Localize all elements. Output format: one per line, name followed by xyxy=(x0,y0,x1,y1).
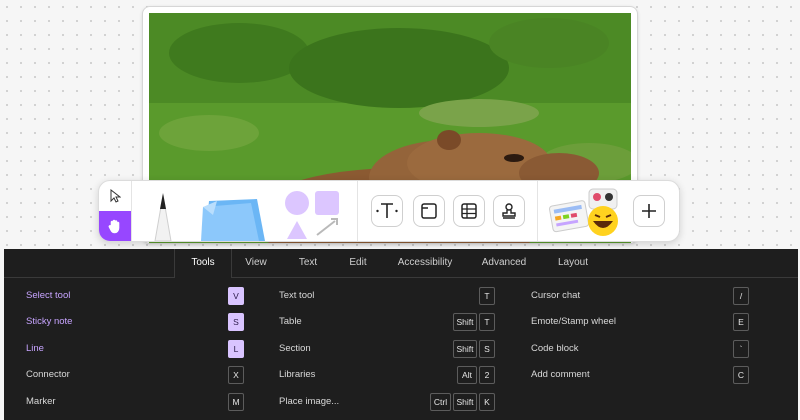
shortcut-key: L xyxy=(228,340,244,358)
sticky-note-icon xyxy=(201,199,265,241)
table-tool-button[interactable] xyxy=(453,195,485,227)
shortcut-key: Shift xyxy=(453,313,477,331)
shortcut-key: C xyxy=(733,366,749,384)
cursor-tools xyxy=(99,181,132,241)
shortcut-key: 2 xyxy=(479,366,495,384)
shortcut-row: Select tool V xyxy=(26,287,248,307)
more-tools-button[interactable] xyxy=(633,195,665,227)
shortcut-key: K xyxy=(479,393,495,411)
shortcut-row: Text tool T xyxy=(279,287,501,307)
shortcut-key: Alt xyxy=(457,366,477,384)
shortcut-key: ` xyxy=(733,340,749,358)
tab-view[interactable]: View xyxy=(236,249,276,277)
shortcut-tabs: Tools View Text Edit Accessibility Advan… xyxy=(4,249,798,278)
shortcut-label: Place image... xyxy=(279,396,340,407)
shortcut-key: Shift xyxy=(453,393,477,411)
shortcut-label: Add comment xyxy=(531,369,590,380)
shortcut-label: Text tool xyxy=(279,290,315,301)
shortcut-label: Cursor chat xyxy=(531,290,581,301)
tab-edit[interactable]: Edit xyxy=(338,249,378,277)
text-icon xyxy=(376,203,398,218)
shortcut-row: Marker M xyxy=(26,393,248,413)
shapes-icon xyxy=(285,191,339,239)
shapes-tool[interactable] xyxy=(279,181,358,241)
shortcut-label: Select tool xyxy=(26,290,71,301)
shortcut-key: M xyxy=(228,393,244,411)
shortcut-key: / xyxy=(733,287,749,305)
marker-tool[interactable] xyxy=(133,181,193,241)
shortcut-label: Connector xyxy=(26,369,70,380)
tab-tools[interactable]: Tools xyxy=(174,249,232,278)
tab-accessibility[interactable]: Accessibility xyxy=(388,249,462,277)
text-tool-button[interactable] xyxy=(371,195,403,227)
stamp-icon xyxy=(502,203,516,219)
shortcut-key: S xyxy=(479,340,495,358)
shortcut-key: E xyxy=(733,313,749,331)
stickers-icon xyxy=(549,188,618,236)
toolbar-divider xyxy=(537,181,538,241)
shortcut-row: Libraries Alt 2 xyxy=(279,366,501,386)
hand-tool-button[interactable] xyxy=(99,211,131,241)
tab-layout[interactable]: Layout xyxy=(548,249,598,277)
section-tool-button[interactable] xyxy=(413,195,445,227)
tab-advanced[interactable]: Advanced xyxy=(472,249,536,277)
shortcut-row: Section Shift S xyxy=(279,340,501,360)
shortcut-key: X xyxy=(228,366,244,384)
shortcut-label: Section xyxy=(279,343,311,354)
move-cursor-icon xyxy=(110,189,121,203)
shortcut-key: V xyxy=(228,287,244,305)
shortcut-row: Add comment C xyxy=(531,366,753,386)
move-tool-button[interactable] xyxy=(99,181,131,211)
shortcut-label: Table xyxy=(279,316,302,327)
shortcut-row: Place image... Ctrl Shift K xyxy=(279,393,501,413)
shortcut-label: Code block xyxy=(531,343,579,354)
shortcut-key: S xyxy=(228,313,244,331)
shortcut-label: Libraries xyxy=(279,369,316,380)
shortcut-key: T xyxy=(479,313,495,331)
plus-icon xyxy=(642,204,656,218)
section-icon xyxy=(421,203,437,219)
shortcut-key: Ctrl xyxy=(430,393,451,411)
shortcut-row: Code block ` xyxy=(531,340,753,360)
table-icon xyxy=(461,203,477,219)
shortcut-key: Shift xyxy=(453,340,477,358)
shortcut-row: Cursor chat / xyxy=(531,287,753,307)
hand-icon xyxy=(108,219,120,234)
sticky-note-tool[interactable] xyxy=(195,181,277,241)
shortcut-label: Emote/Stamp wheel xyxy=(531,316,617,327)
shortcut-key: T xyxy=(479,287,495,305)
shortcut-label: Sticky note xyxy=(26,316,73,327)
shortcut-row: Table Shift T xyxy=(279,313,501,333)
tab-text[interactable]: Text xyxy=(288,249,328,277)
shortcut-row: Connector X xyxy=(26,366,248,386)
stamp-tool-button[interactable] xyxy=(493,195,525,227)
keyboard-shortcuts-panel: Tools View Text Edit Accessibility Advan… xyxy=(4,249,798,420)
shortcut-label: Marker xyxy=(26,396,56,407)
creation-toolbar xyxy=(98,180,680,242)
pencil-icon xyxy=(154,193,172,241)
stickers-widgets-tool[interactable] xyxy=(545,181,635,241)
shortcut-row: Sticky note S xyxy=(26,313,248,333)
shortcut-row: Emote/Stamp wheel E xyxy=(531,313,753,333)
shortcut-label: Line xyxy=(26,343,44,354)
shortcut-row: Line L xyxy=(26,340,248,360)
